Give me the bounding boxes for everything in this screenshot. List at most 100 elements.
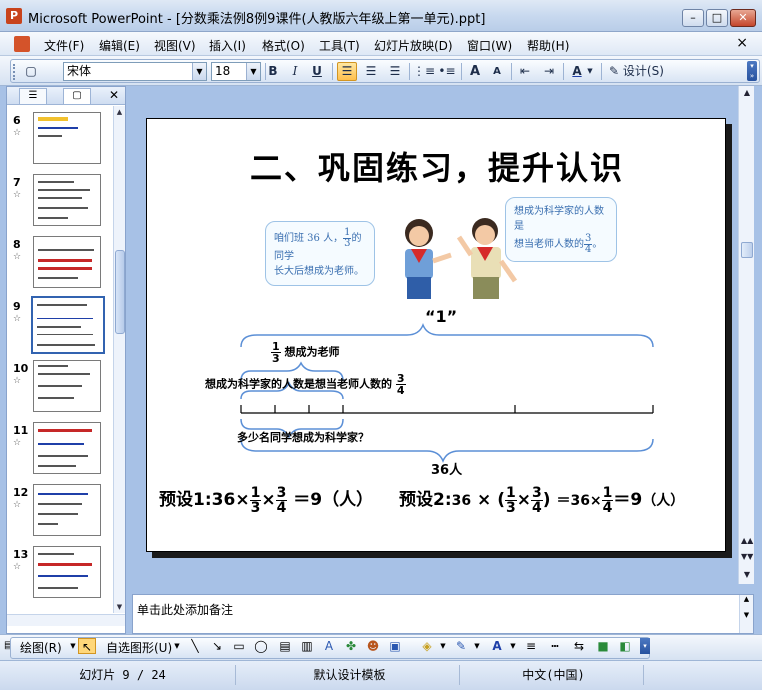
notes-placeholder[interactable]: 单击此处添加备注	[137, 601, 233, 618]
scroll-up-icon[interactable]: ▲	[741, 88, 753, 97]
close-icon[interactable]: ✕	[109, 88, 119, 102]
design-template[interactable]: 默认设计模板	[240, 665, 460, 685]
line-style-icon[interactable]: ≡	[522, 638, 540, 654]
total-label[interactable]: 36人	[431, 459, 462, 478]
align-left-icon[interactable]: ☰	[337, 62, 357, 81]
clipart-icon[interactable]: ☻	[364, 638, 382, 654]
menu-view[interactable]: 视图(V)	[154, 37, 196, 54]
draw-menu[interactable]: 绘图(R)	[20, 639, 62, 656]
chevron-down-icon[interactable]: ▼	[168, 638, 186, 654]
menu-file[interactable]: 文件(F)	[44, 37, 84, 54]
chevron-down-icon[interactable]: ▼	[504, 638, 522, 654]
previous-slide-icon[interactable]: ▲▲	[741, 536, 753, 545]
slide-thumbnail-8[interactable]: 8 ☆	[7, 234, 113, 294]
scroll-down-icon[interactable]: ▼	[741, 570, 753, 579]
outline-tab[interactable]: ☰	[19, 88, 47, 104]
shrink-font-button[interactable]: A	[487, 62, 507, 81]
line-icon[interactable]: ╲	[186, 638, 204, 654]
scroll-down-icon[interactable]: ▼	[114, 601, 125, 613]
rectangle-icon[interactable]: ▭	[230, 638, 248, 654]
new-document-icon[interactable]: ▢	[21, 62, 41, 81]
question-label[interactable]: 多少名同学想成为科学家？	[237, 429, 369, 445]
slide-thumbnail-9[interactable]: 9 ☆	[7, 296, 113, 356]
thumbnail-image	[33, 112, 101, 164]
menu-tools[interactable]: 工具(T)	[319, 37, 360, 54]
vertical-textbox-icon[interactable]: ▥	[298, 638, 316, 654]
align-center-icon[interactable]: ☰	[361, 62, 381, 81]
menu-slideshow[interactable]: 幻灯片放映(D)	[374, 37, 453, 54]
document-icon[interactable]	[14, 36, 30, 52]
numbered-list-icon[interactable]: ⋮≡	[413, 62, 435, 81]
eq2-number: 36	[451, 493, 472, 509]
slide-thumbnail-7[interactable]: 7 ☆	[7, 172, 113, 232]
toolbar-options-icon[interactable]: ▾»	[747, 61, 757, 81]
wordart-icon[interactable]: A	[320, 638, 338, 654]
oval-icon[interactable]: ◯	[252, 638, 270, 654]
font-size-select[interactable]: 18 ▼	[211, 62, 261, 81]
scrollbar-thumb[interactable]	[115, 250, 125, 334]
chevron-down-icon[interactable]: ▼	[468, 638, 486, 654]
arrow-icon[interactable]: ↘	[208, 638, 226, 654]
dash-style-icon[interactable]: ┅	[546, 638, 564, 654]
chevron-down-icon[interactable]: ▼	[434, 638, 452, 654]
times-sign: ×	[235, 490, 250, 510]
maximize-button[interactable]: □	[706, 9, 728, 27]
equation-2[interactable]: 预设2:36 × (1 3 × 3 4) ＝36× 1 4 ＝9（人）	[399, 485, 684, 515]
italic-button[interactable]: I	[285, 62, 305, 81]
slide-thumbnail-10[interactable]: 10 ☆	[7, 358, 113, 418]
font-name-select[interactable]: 宋体 ▼	[63, 62, 207, 81]
scroll-up-icon[interactable]: ▲	[114, 106, 125, 118]
textbox-icon[interactable]: ▤	[276, 638, 294, 654]
thumbnail-image	[33, 360, 101, 412]
teacher-label[interactable]: 13 想成为老师	[271, 341, 340, 364]
minimize-button[interactable]: –	[682, 9, 704, 27]
menu-window[interactable]: 窗口(W)	[467, 37, 512, 54]
menu-help[interactable]: 帮助(H)	[527, 37, 569, 54]
notes-scrollbar[interactable]: ▲ ▼	[739, 595, 753, 633]
chevron-down-icon[interactable]: ▼	[585, 62, 595, 81]
toolbar-divider	[332, 63, 333, 80]
slide-scrollbar[interactable]: ▲ ▲▲ ▼▼ ▼	[738, 86, 754, 584]
increase-indent-icon[interactable]: ⇥	[539, 62, 559, 81]
slide-thumbnail-13[interactable]: 13 ☆	[7, 544, 113, 604]
font-color-button[interactable]: A	[567, 62, 587, 81]
toolbar-options-icon[interactable]: ▾	[640, 638, 650, 654]
3d-style-icon[interactable]: ◧	[616, 638, 634, 654]
grow-font-button[interactable]: A	[465, 62, 485, 81]
align-right-icon[interactable]: ☰	[385, 62, 405, 81]
document-close-icon[interactable]: ×	[736, 35, 748, 51]
underline-button[interactable]: U	[307, 62, 327, 81]
shadow-style-icon[interactable]: ■	[594, 638, 612, 654]
window-title: Microsoft PowerPoint - [分数乘法例8例9课件(人教版六年…	[28, 12, 486, 27]
bold-button[interactable]: B	[263, 62, 283, 81]
thumbnail-scrollbar[interactable]: ▲ ▼	[113, 106, 125, 613]
slide-canvas[interactable]: 二、巩固练习，提升认识 咱们班 36 人， 1 3 的同学 长大后想成为老师。 想成为…	[146, 118, 726, 552]
chevron-down-icon[interactable]: ▼	[246, 63, 260, 80]
design-button[interactable]: ✎ 设计(S)	[609, 62, 671, 81]
slide-thumbnail-12[interactable]: 12 ☆	[7, 482, 113, 542]
notes-pane[interactable]: 单击此处添加备注 ▲ ▼	[132, 594, 754, 634]
equation-1[interactable]: 预设1:36× 1 3 × 3 4 ＝9（人）	[159, 485, 373, 515]
arrow-style-icon[interactable]: ⇆	[570, 638, 588, 654]
menu-format[interactable]: 格式(O)	[262, 37, 305, 54]
next-slide-icon[interactable]: ▼▼	[741, 552, 753, 561]
status-bar: 幻灯片 9 / 24 默认设计模板 中文(中国)	[0, 660, 762, 690]
slide-thumbnail-11[interactable]: 11 ☆	[7, 420, 113, 480]
close-button[interactable]: ✕	[730, 9, 756, 27]
decrease-indent-icon[interactable]: ⇤	[515, 62, 535, 81]
scrollbar-thumb[interactable]	[741, 242, 753, 258]
scientist-label[interactable]: 想成为科学家的人数是想当老师人数的 34	[205, 373, 406, 396]
slides-tab[interactable]: ▢	[63, 88, 91, 104]
menu-edit[interactable]: 编辑(E)	[99, 37, 140, 54]
chevron-down-icon[interactable]: ▼	[192, 63, 206, 80]
toolbar-grip[interactable]	[13, 64, 16, 80]
language-status[interactable]: 中文(中国)	[464, 665, 644, 685]
slide-thumbnail-6[interactable]: 6 ☆	[7, 110, 113, 170]
diagram-icon[interactable]: ✤	[342, 638, 360, 654]
menu-insert[interactable]: 插入(I)	[209, 37, 246, 54]
bullet-list-icon[interactable]: •≡	[437, 62, 457, 81]
select-pointer-icon[interactable]: ↖	[78, 638, 96, 654]
thumbnail-hscrollbar[interactable]	[7, 614, 125, 626]
picture-icon[interactable]: ▣	[386, 638, 404, 654]
autoshapes-menu[interactable]: 自选图形(U)	[106, 639, 172, 656]
